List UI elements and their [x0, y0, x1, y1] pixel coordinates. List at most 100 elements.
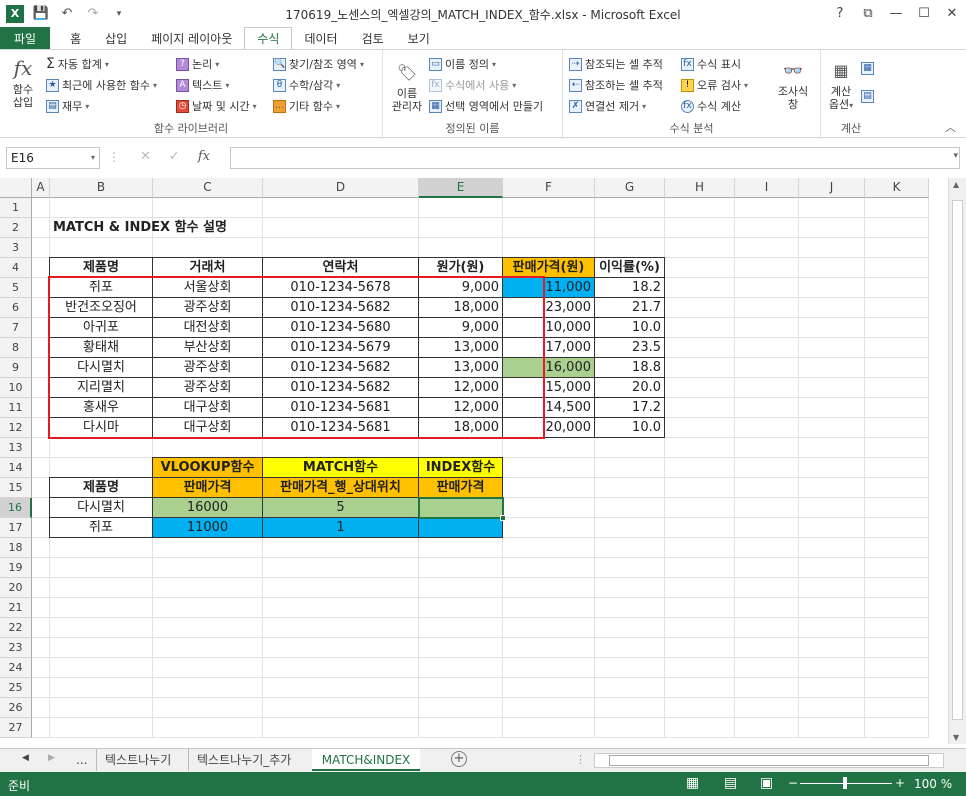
column-header-j[interactable]: J [799, 178, 865, 198]
sheet-title[interactable]: MATCH & INDEX 함수 설명 [50, 218, 419, 238]
tab-split-handle[interactable]: ⋮ [575, 753, 586, 766]
tab-page-layout[interactable]: 페이지 레이아웃 [139, 27, 244, 49]
vlookup-result-17[interactable]: 11000 [152, 517, 263, 538]
logical-button[interactable]: ? 논리 ▾ [176, 56, 219, 72]
financial-button[interactable]: ▤ 재무 ▾ [46, 98, 89, 114]
row-header-12[interactable]: 12 [0, 418, 32, 438]
header-c[interactable]: 거래처 [152, 257, 263, 278]
column-header-c[interactable]: C [153, 178, 263, 198]
tab-home[interactable]: 홈 [50, 27, 93, 49]
help-button[interactable]: ? [826, 0, 854, 27]
header-b[interactable]: 제품명 [49, 257, 153, 278]
row-header-13[interactable]: 13 [0, 438, 32, 458]
lookup-name-17[interactable]: 쥐포 [49, 517, 153, 538]
table-cell-g10[interactable]: 20.0 [594, 377, 665, 398]
table-cell-g8[interactable]: 23.5 [594, 337, 665, 358]
vertical-scrollbar[interactable]: ▲ ▼ [948, 178, 966, 744]
column-header-i[interactable]: I [735, 178, 799, 198]
horizontal-scrollbar[interactable] [594, 753, 944, 768]
row-header-18[interactable]: 18 [0, 538, 32, 558]
column-header-h[interactable]: H [665, 178, 735, 198]
zoom-out-icon[interactable]: − [788, 776, 798, 790]
sheet-tab-more[interactable]: ... [68, 749, 95, 771]
row-header-27[interactable]: 27 [0, 718, 32, 738]
row-header-7[interactable]: 7 [0, 318, 32, 338]
scroll-down-icon[interactable]: ▼ [953, 733, 959, 742]
tab-review[interactable]: 검토 [350, 27, 396, 49]
normal-view-icon[interactable]: ▦ [686, 775, 699, 791]
column-header-a[interactable]: A [32, 178, 50, 198]
page-break-view-icon[interactable]: ▣ [760, 775, 773, 791]
row-header-11[interactable]: 11 [0, 398, 32, 418]
tab-view[interactable]: 보기 [396, 27, 442, 49]
header-f[interactable]: 판매가격(원) [502, 257, 595, 278]
minimize-button[interactable]: — [882, 0, 910, 27]
formula-input[interactable] [230, 147, 960, 169]
row-header-17[interactable]: 17 [0, 518, 32, 538]
prev-sheet-icon[interactable]: ◀ [22, 753, 29, 763]
row-header-24[interactable]: 24 [0, 658, 32, 678]
row-header-23[interactable]: 23 [0, 638, 32, 658]
row-header-22[interactable]: 22 [0, 618, 32, 638]
text-button[interactable]: A 텍스트 ▾ [176, 77, 229, 93]
row-header-16[interactable]: 16 [0, 498, 32, 518]
row-header-21[interactable]: 21 [0, 598, 32, 618]
row-header-15[interactable]: 15 [0, 478, 32, 498]
table-cell-g12[interactable]: 10.0 [594, 417, 665, 438]
sub-header-d[interactable]: 판매가격_행_상대위치 [262, 477, 419, 498]
index-result-17[interactable] [418, 517, 503, 538]
use-in-formula-button[interactable]: fx 수식에서 사용 ▾ [429, 77, 516, 93]
new-sheet-icon[interactable]: + [451, 751, 467, 767]
expand-formula-bar-icon[interactable]: ▾ [953, 151, 958, 161]
match-header[interactable]: MATCH함수 [262, 457, 419, 478]
zoom-level[interactable]: 100 % [914, 777, 952, 791]
header-d[interactable]: 연락처 [262, 257, 419, 278]
row-header-8[interactable]: 8 [0, 338, 32, 358]
tab-data[interactable]: 데이터 [292, 27, 349, 49]
math-button[interactable]: θ 수학/삼각 ▾ [273, 77, 340, 93]
row-header-26[interactable]: 26 [0, 698, 32, 718]
create-from-selection-button[interactable]: ▦ 선택 영역에서 만들기 [429, 98, 543, 114]
row-header-6[interactable]: 6 [0, 298, 32, 318]
table-cell-g5[interactable]: 18.2 [594, 277, 665, 298]
lookup-name-16[interactable]: 다시멸치 [49, 497, 153, 518]
maximize-button[interactable]: ☐ [910, 0, 938, 27]
row-header-3[interactable]: 3 [0, 238, 32, 258]
sheet-tab-text-split[interactable]: 텍스트나누기 [96, 749, 179, 771]
column-header-f[interactable]: F [503, 178, 595, 198]
error-checking-button[interactable]: ! 오류 검사 ▾ [681, 77, 748, 93]
table-cell-g6[interactable]: 21.7 [594, 297, 665, 318]
header-e[interactable]: 원가(원) [418, 257, 503, 278]
ribbon-display-button[interactable]: ⧉ [854, 0, 882, 27]
vlookup-header[interactable]: VLOOKUP함수 [152, 457, 263, 478]
zoom-slider[interactable] [800, 777, 892, 789]
select-all-corner[interactable] [0, 178, 32, 198]
sub-header-c[interactable]: 판매가격 [152, 477, 263, 498]
insert-function-icon[interactable]: fx [198, 149, 210, 164]
calculation-options-button[interactable]: ▦ 계산 옵션▾ [823, 58, 859, 112]
row-header-1[interactable]: 1 [0, 198, 32, 218]
row-header-5[interactable]: 5 [0, 278, 32, 298]
column-header-g[interactable]: G [595, 178, 665, 198]
column-header-k[interactable]: K [865, 178, 929, 198]
insert-function-button[interactable]: fx 함수 삽입 [6, 56, 40, 110]
row-header-10[interactable]: 10 [0, 378, 32, 398]
autosum-button[interactable]: Σ 자동 합계 ▾ [46, 56, 109, 72]
evaluate-formula-button[interactable]: fx 수식 계산 [681, 98, 741, 114]
sheet-tab-match-index[interactable]: MATCH&INDEX [312, 749, 420, 771]
lookup-button[interactable]: 🔍 찾기/참조 영역 ▾ [273, 56, 364, 72]
row-header-9[interactable]: 9 [0, 358, 32, 378]
table-cell-g11[interactable]: 17.2 [594, 397, 665, 418]
cancel-icon[interactable]: ✕ [140, 149, 151, 164]
name-box[interactable]: E16 ▾ [6, 147, 100, 169]
row-header-4[interactable]: 4 [0, 258, 32, 278]
match-result-16[interactable]: 5 [262, 497, 419, 518]
column-header-e[interactable]: E [419, 178, 503, 198]
zoom-in-icon[interactable]: + [895, 776, 905, 790]
tab-file[interactable]: 파일 [0, 27, 51, 49]
next-sheet-icon[interactable]: ▶ [48, 753, 55, 763]
row-header-20[interactable]: 20 [0, 578, 32, 598]
scroll-up-icon[interactable]: ▲ [953, 180, 959, 189]
tab-formulas[interactable]: 수식 [244, 27, 293, 49]
fill-handle[interactable] [500, 515, 506, 521]
